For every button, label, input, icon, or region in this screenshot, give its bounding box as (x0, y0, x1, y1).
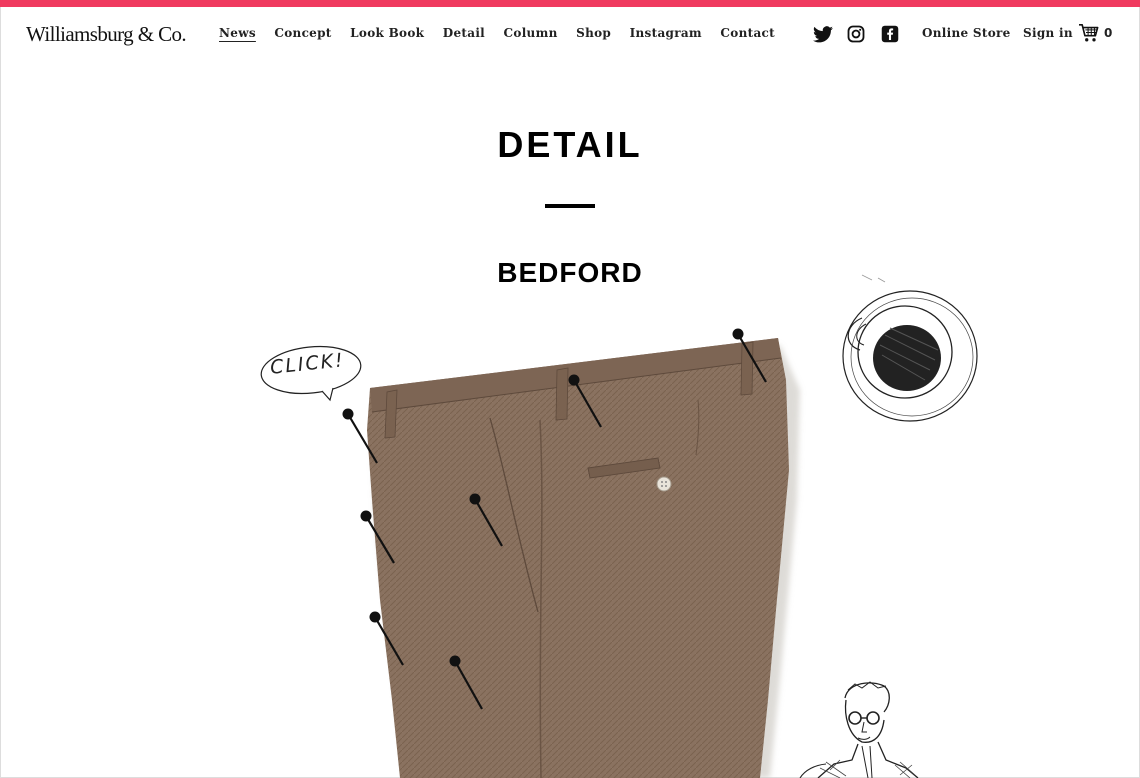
main-nav: News Concept Look Book Detail Column Sho… (219, 26, 793, 40)
product-name: BEDFORD (497, 257, 643, 288)
twitter-icon[interactable] (812, 24, 834, 44)
site-header: Williamsburg & Co. News Concept Look Boo… (0, 7, 1140, 62)
cart-icon[interactable] (1078, 23, 1100, 45)
accent-bar (0, 0, 1140, 7)
trousers-image[interactable] (367, 338, 789, 778)
nav-item-column[interactable]: Column (504, 26, 558, 40)
nav-item-shop[interactable]: Shop (576, 26, 611, 40)
nav-item-contact[interactable]: Contact (720, 26, 775, 40)
sign-in-link[interactable]: Sign in (1023, 26, 1073, 40)
page-title: DETAIL (497, 124, 643, 165)
nav-item-instagram[interactable]: Instagram (630, 26, 702, 40)
cart-count: 0 (1104, 26, 1113, 40)
online-store-link[interactable]: Online Store (922, 26, 1011, 40)
nav-item-detail[interactable]: Detail (443, 26, 485, 40)
nav-item-concept[interactable]: Concept (274, 26, 331, 40)
site-logo[interactable]: Williamsburg & Co. (26, 22, 187, 47)
instagram-icon[interactable] (845, 24, 867, 44)
nav-item-news[interactable]: News (219, 26, 256, 40)
nav-item-look-book[interactable]: Look Book (350, 26, 424, 40)
facebook-icon[interactable] (879, 24, 901, 44)
title-divider (545, 204, 595, 208)
